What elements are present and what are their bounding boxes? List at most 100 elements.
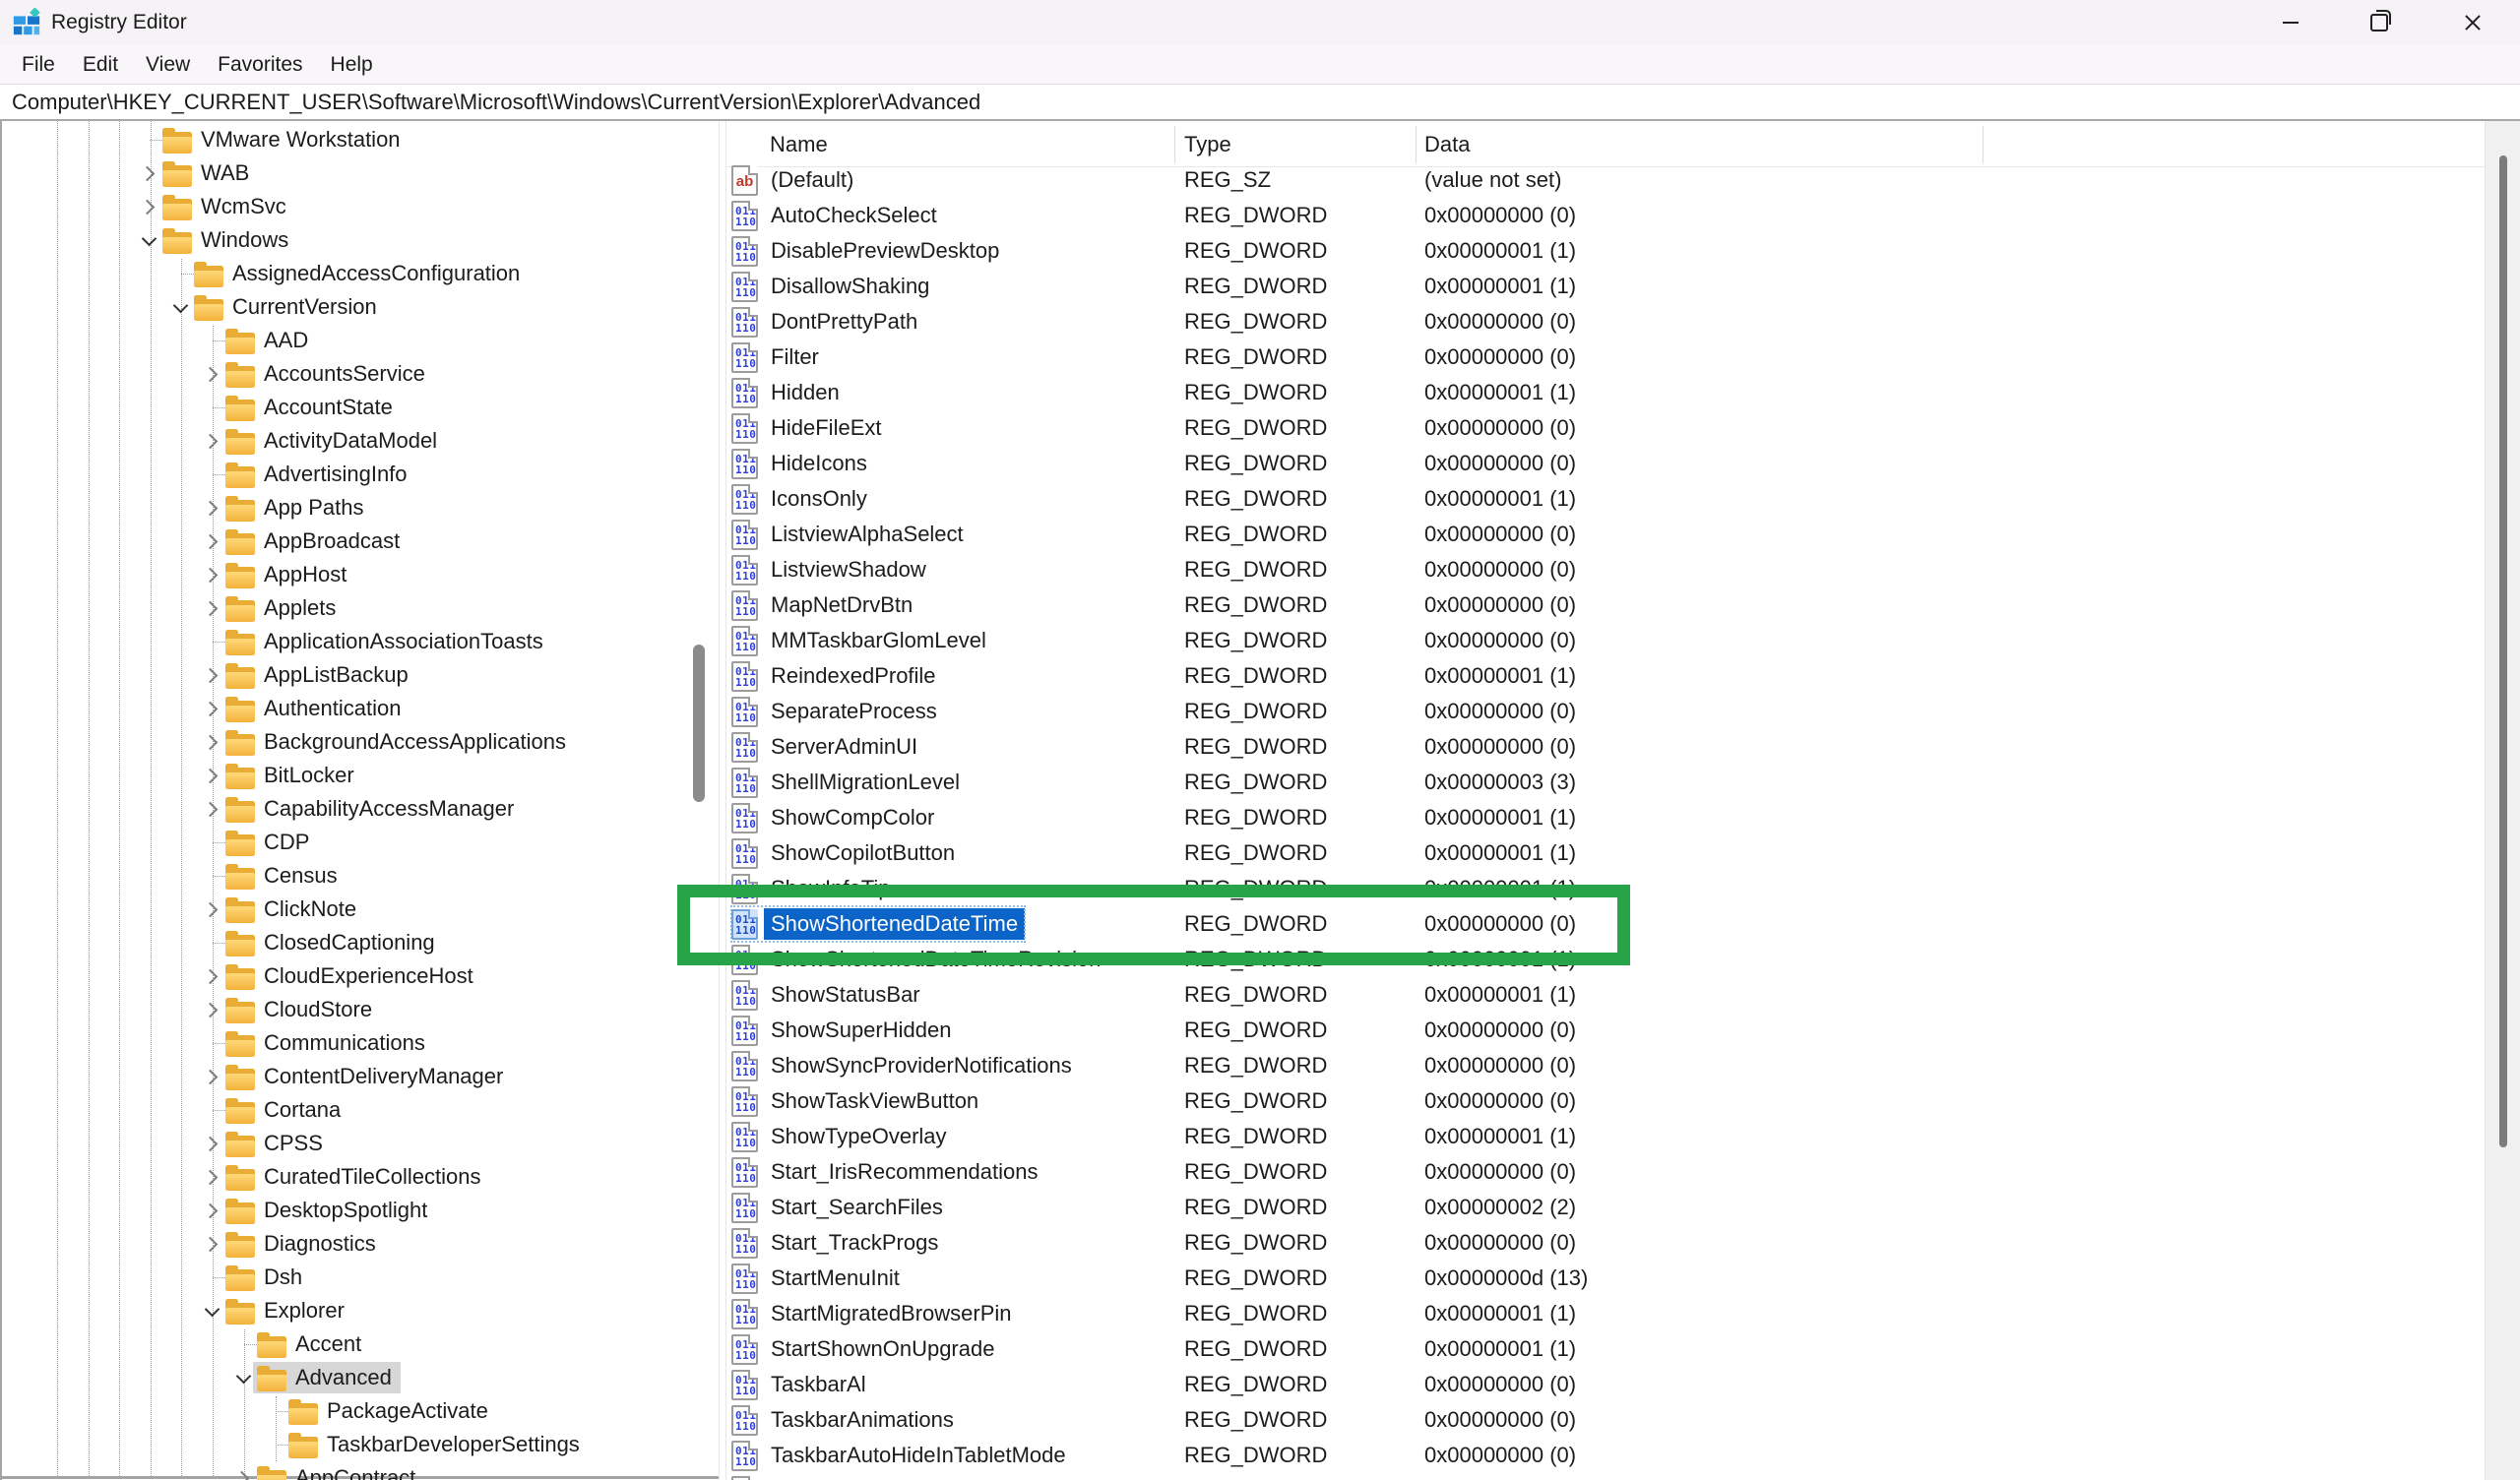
registry-value-row[interactable]: 011 110 ShellMigrationLevel REG_DWORD 0x0… [726,765,2485,800]
tree-item[interactable]: App Paths [2,491,719,524]
tree-item[interactable]: Cortana [2,1093,719,1127]
registry-value-row[interactable]: 011 110 DontPrettyPath REG_DWORD 0x000000… [726,304,2485,339]
tree-item-body[interactable]: CDP [221,827,318,858]
registry-value-row[interactable]: 011 110 StartShownOnUpgrade REG_DWORD 0x0… [726,1331,2485,1367]
registry-value-row[interactable]: 011 110 ShowTaskViewButton REG_DWORD 0x00… [726,1083,2485,1119]
tree-item[interactable]: CDP [2,826,719,859]
value-name-cell[interactable]: 011 110 MMTaskbarGlomLevel [731,623,993,658]
tree-item-body[interactable]: CuratedTileCollections [221,1161,490,1193]
value-name-cell[interactable]: 011 110 ShowCopilotButton [731,835,962,871]
registry-value-row[interactable]: 011 110 HideFileExt REG_DWORD 0x00000000 … [726,410,2485,446]
tree-item-body[interactable]: Applets [221,592,345,624]
registry-value-row[interactable]: 011 110 SeparateProcess REG_DWORD 0x00000… [726,694,2485,729]
tree-item-body[interactable]: ContentDeliveryManager [221,1061,512,1092]
tree-item[interactable]: CuratedTileCollections [2,1160,719,1194]
tree-item-body[interactable]: ClickNote [221,894,365,925]
value-name-cell[interactable]: 011 110 DisablePreviewDesktop [731,233,1006,269]
tree-item[interactable]: ClickNote [2,893,719,926]
column-header-name[interactable]: Name [770,121,828,167]
tree-item[interactable]: Windows [2,223,719,257]
column-header-data[interactable]: Data [1424,121,1470,167]
tree-item[interactable]: AccountState [2,391,719,424]
value-name-cell[interactable]: 011 110 SeparateProcess [731,694,944,729]
tree-item[interactable]: AccountsService [2,357,719,391]
value-name-cell[interactable]: 011 110 ReindexedProfile [731,658,943,694]
registry-value-row[interactable]: 011 110 DisablePreviewDesktop REG_DWORD 0… [726,233,2485,269]
tree-item-body[interactable]: AdvertisingInfo [221,459,416,490]
tree-item-body[interactable]: CloudStore [221,994,381,1025]
tree-item-body[interactable]: CurrentVersion [190,291,386,323]
tree-item[interactable]: CloudStore [2,993,719,1026]
registry-value-row[interactable]: 011 110 Start_TrackProgs REG_DWORD 0x0000… [726,1225,2485,1261]
menu-file[interactable]: File [8,45,69,84]
list-scrollbar-track[interactable] [2485,121,2520,1480]
value-name-cell[interactable]: 011 110 StartMigratedBrowserPin [731,1296,1019,1331]
value-name-cell[interactable]: 011 110 IconsOnly [731,481,874,517]
minimize-button[interactable] [2255,0,2326,45]
tree-item[interactable]: CurrentVersion [2,290,719,324]
column-separator[interactable] [1174,126,1175,163]
value-name-cell[interactable]: 011 110 StartMenuInit [731,1261,907,1296]
value-name-cell[interactable]: 011 110 DisallowShaking [731,269,936,304]
menu-help[interactable]: Help [317,45,387,84]
value-name-cell[interactable]: 011 110 ShellMigrationLevel [731,765,967,800]
registry-value-row[interactable]: 011 110 ShowShortenedDateTime REG_DWORD 0… [726,905,2485,943]
value-name-cell[interactable]: 011 110 ShowShortenedDateTime [729,905,1027,943]
registry-value-row[interactable]: 011 110 HideIcons REG_DWORD 0x00000000 (0… [726,446,2485,481]
tree-item[interactable]: Accent [2,1327,719,1361]
tree-item-body[interactable]: AppHost [221,559,355,590]
tree-item-body[interactable]: CloudExperienceHost [221,960,482,992]
registry-value-row[interactable]: 011 110 ShowSuperHidden REG_DWORD 0x00000… [726,1013,2485,1048]
registry-value-row[interactable]: 011 110 IconsOnly REG_DWORD 0x00000001 (1… [726,481,2485,517]
tree-item[interactable]: AssignedAccessConfiguration [2,257,719,290]
value-name-cell[interactable]: 011 110 Start_SearchFiles [731,1190,950,1225]
tree-item[interactable]: BitLocker [2,759,719,792]
tree-item[interactable]: WcmSvc [2,190,719,223]
menu-view[interactable]: View [132,45,204,84]
tree-item-body[interactable]: AppContract [253,1462,424,1480]
registry-value-row[interactable]: 011110 [726,1473,2485,1480]
tree-item-body[interactable]: TaskbarDeveloperSettings [284,1429,589,1460]
tree-item[interactable]: ActivityDataModel [2,424,719,458]
tree-item-body[interactable]: Communications [221,1027,434,1059]
tree-item-body[interactable]: VMware Workstation [158,124,410,155]
tree-item[interactable]: VMware Workstation [2,123,719,156]
tree-item-body[interactable]: AccountsService [221,358,434,390]
tree-item[interactable]: AppListBackup [2,658,719,692]
registry-value-row[interactable]: 011 110 DisallowShaking REG_DWORD 0x00000… [726,269,2485,304]
tree-item[interactable]: CPSS [2,1127,719,1160]
registry-value-row[interactable]: 011 110 ShowCopilotButton REG_DWORD 0x000… [726,835,2485,871]
registry-value-row[interactable]: 011 110 AutoCheckSelect REG_DWORD 0x00000… [726,198,2485,233]
value-name-cell[interactable]: 011 110 ListviewShadow [731,552,933,587]
column-separator[interactable] [1416,126,1417,163]
registry-value-row[interactable]: 011 110 Filter REG_DWORD 0x00000000 (0) [726,339,2485,375]
tree-item-body[interactable]: AAD [221,325,317,356]
tree-item-body[interactable]: AccountState [221,392,402,423]
column-separator[interactable] [1983,126,1984,163]
value-name-cell[interactable]: 011 110 ShowTypeOverlay [731,1119,954,1154]
tree-item[interactable]: ApplicationAssociationToasts [2,625,719,658]
value-name-cell[interactable]: 011 110 DontPrettyPath [731,304,924,339]
tree-item-body[interactable]: Explorer [221,1295,353,1326]
registry-value-row[interactable]: 011 110 ShowInfoTip REG_DWORD 0x00000001 … [726,871,2485,906]
menu-edit[interactable]: Edit [69,45,132,84]
tree-item-body[interactable]: Windows [158,224,297,256]
value-name-cell[interactable]: 011 110 ListviewAlphaSelect [731,517,971,552]
registry-value-row[interactable]: 011 110 MapNetDrvBtn REG_DWORD 0x00000000… [726,587,2485,623]
tree-item-body[interactable]: Accent [253,1328,370,1360]
registry-value-row[interactable]: 011 110 TaskbarAl REG_DWORD 0x00000000 (0… [726,1367,2485,1402]
tree-item-body[interactable]: App Paths [221,492,373,524]
tree-item[interactable]: Authentication [2,692,719,725]
value-name-cell[interactable]: 011 110 TaskbarAutoHideInTabletMode [731,1438,1073,1473]
value-name-cell[interactable]: 011 110 ShowStatusBar [731,977,927,1013]
registry-value-row[interactable]: 011 110 Hidden REG_DWORD 0x00000001 (1) [726,375,2485,410]
registry-value-row[interactable]: 011 110 StartMenuInit REG_DWORD 0x0000000… [726,1261,2485,1296]
value-name-cell[interactable]: 011 110 HideFileExt [731,410,888,446]
value-name-cell[interactable]: 011 110 MapNetDrvBtn [731,587,919,623]
tree-item[interactable]: TaskbarDeveloperSettings [2,1428,719,1461]
tree-item-body[interactable]: PackageActivate [284,1395,497,1427]
pane-divider[interactable] [719,121,726,1480]
tree-item[interactable]: Applets [2,591,719,625]
registry-value-row[interactable]: 011 110 TaskbarAnimations REG_DWORD 0x000… [726,1402,2485,1438]
registry-value-row[interactable]: 011 110 Start_IrisRecommendations REG_DWO… [726,1154,2485,1190]
